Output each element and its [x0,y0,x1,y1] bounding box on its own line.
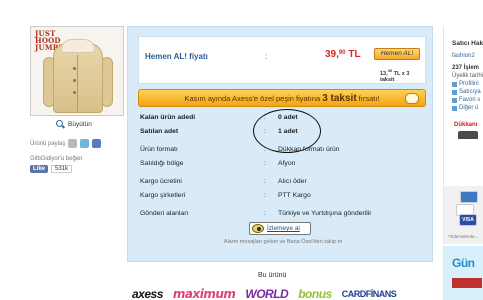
seller-links: Üyelik tarihi Profilini Satıcıya Favori … [452,72,483,112]
cardfinans-logo[interactable]: CARDFİNANS [342,289,397,299]
watch-button[interactable]: İzlemeye al [249,222,311,235]
bullet-icon [452,105,457,111]
gittigidiyor-like-text: GittiGidiyor'u beğen [30,156,83,162]
seller-link-other[interactable]: Diğer ü [452,104,483,112]
store-label[interactable]: Dükkanı [454,122,483,128]
seller-stats: 237 İşlem [452,65,480,71]
coat-zipper [77,55,78,111]
facebook-share-icon[interactable] [92,139,102,148]
advert-bar [452,278,482,288]
detail-key: Satılan adet [140,127,179,135]
seller-link-favorite[interactable]: Favori s [452,96,483,104]
twitter-share-icon[interactable] [80,139,90,148]
bank-card-icon [460,191,478,203]
seller-link-profile[interactable]: Profilini [452,80,483,88]
coat-button [73,91,76,94]
detail-value: Alıcı öder [278,178,307,185]
world-logo[interactable]: WORLD [245,287,288,300]
zoom-link[interactable]: Büyütün [56,120,124,129]
email-share-icon[interactable] [68,139,78,148]
detail-colon: : [264,178,266,185]
coat-body [53,43,103,113]
detail-value: Türkiye ve Yurtdışına gönderilir [278,210,372,217]
price-colon: : [265,52,268,61]
share-label: Ürünü paylaş [30,140,66,147]
facebook-like-count: 531k [51,165,73,173]
product-image[interactable]: JUST HOOD JUMPER [30,26,124,116]
detail-row-region: Satıldığı bölge : Afyon [140,160,420,174]
bonus-logo[interactable]: bonus [298,287,332,300]
detail-colon: : [264,191,266,199]
watch-note: Alarm mesajları gelsin ve Bana Özel'den … [223,239,343,245]
store-icon [458,131,478,139]
seller-link-contact[interactable]: Satıcıya [452,88,483,96]
axess-logo[interactable]: axess [132,287,163,300]
side-advert[interactable]: Gün [443,246,483,300]
promo-badge-icon [405,93,419,104]
seller-since: Üyelik tarihi [452,73,483,79]
promo-highlight: 3 taksit [322,92,357,104]
product-image-column: JUST HOOD JUMPER Büyütün Ürünü paylaş Gi… [30,26,124,173]
detail-key: Kargo ücretini [140,178,182,185]
price-value: 39,90 TL [325,49,361,60]
payment-cards-panel: VISA *Ödemelerde... [443,186,483,244]
seller-sidebar: Satıcı Hakkında fashion2 237 İşlem Üyeli… [443,26,483,186]
payment-note: *Ödemelerde... [448,234,479,239]
detail-key: Kargo şirketleri [140,191,186,199]
seller-title: Satıcı Hakkında [452,40,483,47]
hand-drawn-circle-annotation [253,109,321,153]
promo-banner[interactable]: Kasım ayında Axess'e özel peşin fiyatına… [138,89,426,107]
coat-button [73,79,76,82]
coat-hood [61,39,95,53]
advert-text: Gün [452,256,475,270]
detail-colon: : [264,210,266,217]
partner-logos: axess maximum WORLD bonus CARDFİNANS [132,287,397,300]
detail-value: Afyon [278,159,296,167]
coat-button [73,67,76,70]
price-label: Hemen AL! fiyatı [145,52,208,61]
facebook-like-row: Like 531k [30,165,124,173]
zoom-label: Büyütün [68,121,92,128]
bullet-icon [452,97,457,103]
detail-key: Ürün formatı [140,146,178,153]
facebook-like-button[interactable]: Like [30,165,49,173]
detail-row-shipping-fee: Kargo ücretini : Alıcı öder [140,178,420,192]
promo-text: Kasım ayında Axess'e özel peşin fiyatına [184,93,321,103]
eye-icon [252,224,264,233]
installment-info: 13,30 TL x 3 taksit [380,68,410,83]
detail-row-shipping-company: Kargo şirketleri : PTT Kargo [140,192,420,206]
visa-card-icon: VISA [459,214,477,226]
detail-key: Gönderi alanları [140,210,189,217]
share-row: Ürünü paylaş [30,139,124,148]
buy-now-button[interactable]: Hemen AL! [374,48,420,60]
detail-value: PTT Kargo [278,191,311,199]
watch-button-label: İzlemeye al [267,225,300,232]
detail-key: Satıldığı bölge [140,159,184,167]
price-box: Hemen AL! fiyatı : 39,90 TL Hemen AL! 13… [138,36,426,84]
bullet-icon [452,81,457,87]
magnifier-icon [56,120,65,129]
maximum-logo[interactable]: maximum [173,287,236,300]
detail-key: Kalan ürün adedi [140,114,196,121]
promo-tail: fırsatı! [358,93,380,103]
detail-colon: : [264,159,266,167]
seller-name-link[interactable]: fashion2 [452,53,483,59]
partners-heading: Bu ürünü [258,272,287,279]
bullet-icon [452,89,457,95]
